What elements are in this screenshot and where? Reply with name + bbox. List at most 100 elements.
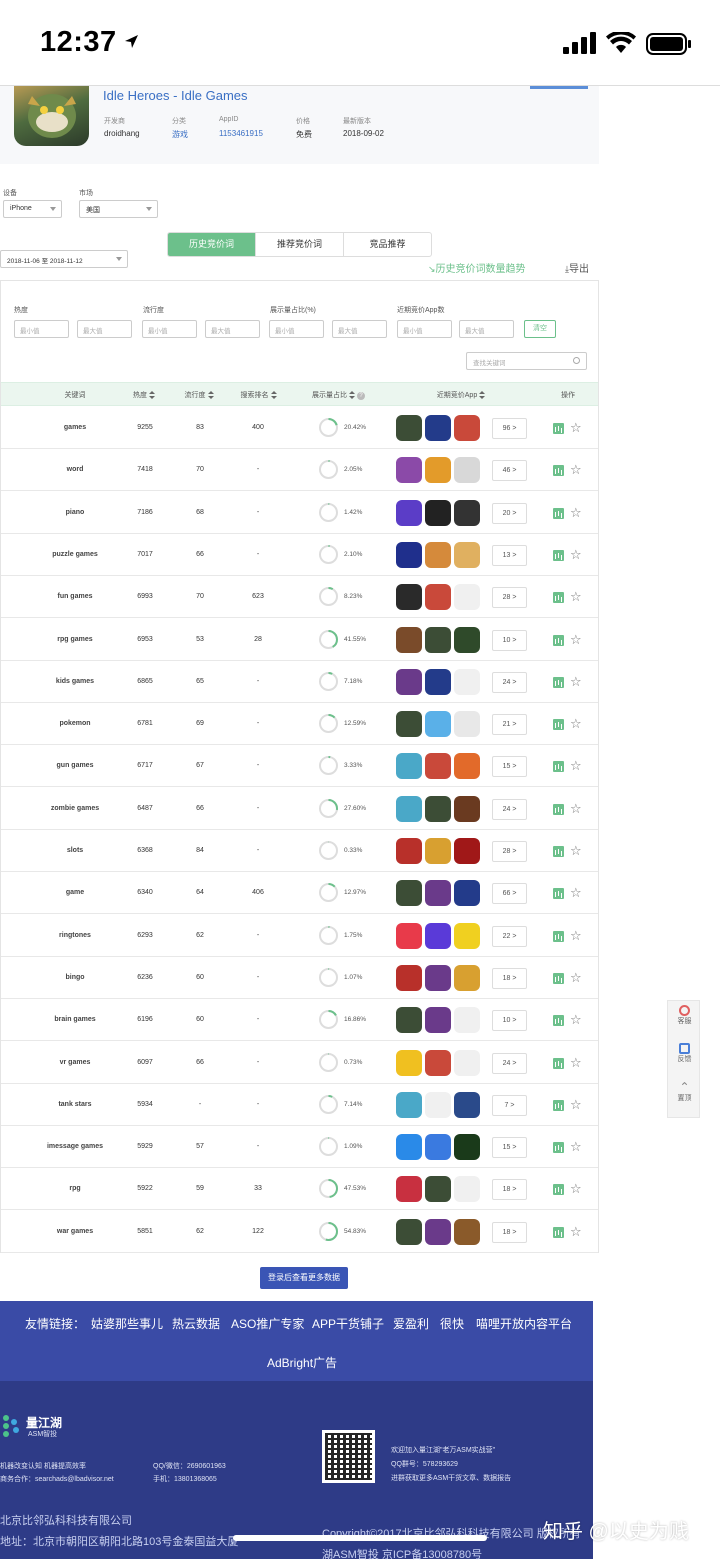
star-icon[interactable]: ☆ <box>570 1097 582 1112</box>
keyword-cell[interactable]: fun games <box>31 576 119 618</box>
feedback-button[interactable]: 反馈 <box>668 1043 701 1064</box>
bar-chart-icon[interactable] <box>553 1184 564 1196</box>
bid-app-icon[interactable] <box>454 1176 480 1203</box>
bid-app-icon[interactable] <box>454 711 480 738</box>
col-bid-apps[interactable]: 近期竞价App <box>426 390 496 400</box>
bid-app-icon[interactable] <box>396 415 422 441</box>
bid-app-icon[interactable] <box>425 795 451 822</box>
bid-app-count-button[interactable]: 46 > <box>492 460 527 482</box>
bid-app-icon[interactable] <box>396 1007 422 1034</box>
bar-chart-icon[interactable] <box>553 761 564 773</box>
bid-app-count-button[interactable]: 18 > <box>492 1221 527 1243</box>
bid-app-icon[interactable] <box>454 457 480 484</box>
bid-app-count-button[interactable]: 7 > <box>492 1094 527 1116</box>
bid-app-icon[interactable] <box>454 922 480 949</box>
bid-app-icon[interactable] <box>454 626 480 653</box>
bid-app-icon[interactable] <box>454 1007 480 1034</box>
bid-app-icon[interactable] <box>425 1218 451 1245</box>
bid-app-count-button[interactable]: 10 > <box>492 1010 527 1032</box>
bid-app-icon[interactable] <box>396 795 422 822</box>
star-icon[interactable]: ☆ <box>570 801 582 816</box>
heat-max-input[interactable]: 最大值 <box>77 320 132 338</box>
bid-app-icon[interactable] <box>425 415 451 441</box>
bar-chart-icon[interactable] <box>553 1015 564 1027</box>
bar-chart-icon[interactable] <box>553 1142 564 1154</box>
keyword-cell[interactable]: rpg games <box>31 619 119 661</box>
keyword-cell[interactable]: games <box>31 407 119 449</box>
bid-app-icon[interactable] <box>396 838 422 864</box>
bid-app-count-button[interactable]: 24 > <box>492 671 527 693</box>
keyword-cell[interactable]: pokemon <box>31 703 119 745</box>
star-icon[interactable]: ☆ <box>570 632 582 647</box>
appid-value[interactable]: 1153461915 <box>219 129 263 138</box>
friend-link[interactable]: 姑婆那些事儿 <box>91 1315 163 1332</box>
bid-app-icon[interactable] <box>396 626 422 653</box>
bid-app-count-button[interactable]: 18 > <box>492 967 527 989</box>
bid-app-icon[interactable] <box>425 1134 451 1161</box>
col-impression[interactable]: 展示量占比? <box>301 390 376 400</box>
bid-app-icon[interactable] <box>425 499 451 526</box>
keyword-cell[interactable]: imessage games <box>31 1126 119 1168</box>
bid-app-icon[interactable] <box>425 711 451 738</box>
bid-app-count-button[interactable]: 28 > <box>492 587 527 609</box>
star-icon[interactable]: ☆ <box>570 970 582 985</box>
impression-min-input[interactable]: 最小值 <box>269 320 324 338</box>
tab-competitors[interactable]: 竞品推荐 <box>344 233 431 256</box>
bid-app-count-button[interactable]: 28 > <box>492 841 527 862</box>
bid-app-count-button[interactable]: 21 > <box>492 714 527 736</box>
bar-chart-icon[interactable] <box>553 972 564 984</box>
col-search-rank[interactable]: 搜索排名 <box>231 390 286 400</box>
date-range-picker[interactable]: 2018-11-06 至 2018-11-12 <box>0 250 128 268</box>
bid-app-icon[interactable] <box>396 457 422 484</box>
star-icon[interactable]: ☆ <box>570 1055 582 1070</box>
clear-button[interactable]: 清空 <box>524 320 556 338</box>
bid-app-count-button[interactable]: 96 > <box>492 418 527 439</box>
bar-chart-icon[interactable] <box>553 592 564 604</box>
customer-service-button[interactable]: 客服 <box>668 1005 701 1026</box>
bid-app-icon[interactable] <box>396 880 422 907</box>
star-icon[interactable]: ☆ <box>570 843 582 858</box>
star-icon[interactable]: ☆ <box>570 589 582 604</box>
keyword-cell[interactable]: gun games <box>31 745 119 787</box>
friend-link[interactable]: 很快 <box>440 1315 464 1332</box>
bid-app-icon[interactable] <box>396 1049 422 1076</box>
bid-app-icon[interactable] <box>396 1176 422 1203</box>
bid-app-count-button[interactable]: 66 > <box>492 883 527 905</box>
bar-chart-icon[interactable] <box>553 846 564 857</box>
keyword-cell[interactable]: piano <box>31 492 119 534</box>
friend-link[interactable]: 喵哩开放内容平台 <box>476 1315 572 1332</box>
bid-app-icon[interactable] <box>454 415 480 441</box>
star-icon[interactable]: ☆ <box>570 674 582 689</box>
keyword-cell[interactable]: war games <box>31 1211 119 1253</box>
bid-app-icon[interactable] <box>454 880 480 907</box>
bid-app-icon[interactable] <box>425 1049 451 1076</box>
bid-app-count-button[interactable]: 20 > <box>492 502 527 524</box>
keyword-cell[interactable]: bingo <box>31 957 119 999</box>
bid-app-icon[interactable] <box>396 1134 422 1161</box>
star-icon[interactable]: ☆ <box>570 758 582 773</box>
keyword-cell[interactable]: ringtones <box>31 915 119 957</box>
bid-app-count-button[interactable]: 24 > <box>492 1052 527 1074</box>
bid-app-count-button[interactable]: 22 > <box>492 925 527 947</box>
keyword-cell[interactable]: word <box>31 449 119 491</box>
bid-app-icon[interactable] <box>425 922 451 949</box>
keyword-cell[interactable]: zombie games <box>31 788 119 830</box>
bar-chart-icon[interactable] <box>553 549 564 561</box>
star-icon[interactable]: ☆ <box>570 462 582 477</box>
bid-app-icon[interactable] <box>396 1091 422 1118</box>
bid-app-icon[interactable] <box>454 499 480 526</box>
bid-app-icon[interactable] <box>396 541 422 568</box>
bid-app-icon[interactable] <box>454 795 480 822</box>
star-icon[interactable]: ☆ <box>570 1139 582 1154</box>
bar-chart-icon[interactable] <box>553 423 564 434</box>
bid-app-icon[interactable] <box>396 753 422 780</box>
bar-chart-icon[interactable] <box>553 803 564 815</box>
app-name[interactable]: Idle Heroes - Idle Games <box>103 88 248 103</box>
bid-app-icon[interactable] <box>396 1218 422 1245</box>
bid-app-icon[interactable] <box>425 626 451 653</box>
bid-app-count-button[interactable]: 24 > <box>492 798 527 820</box>
bar-chart-icon[interactable] <box>553 634 564 646</box>
category-value[interactable]: 游戏 <box>172 129 188 140</box>
bid-app-icon[interactable] <box>454 838 480 864</box>
bid-app-icon[interactable] <box>454 753 480 780</box>
